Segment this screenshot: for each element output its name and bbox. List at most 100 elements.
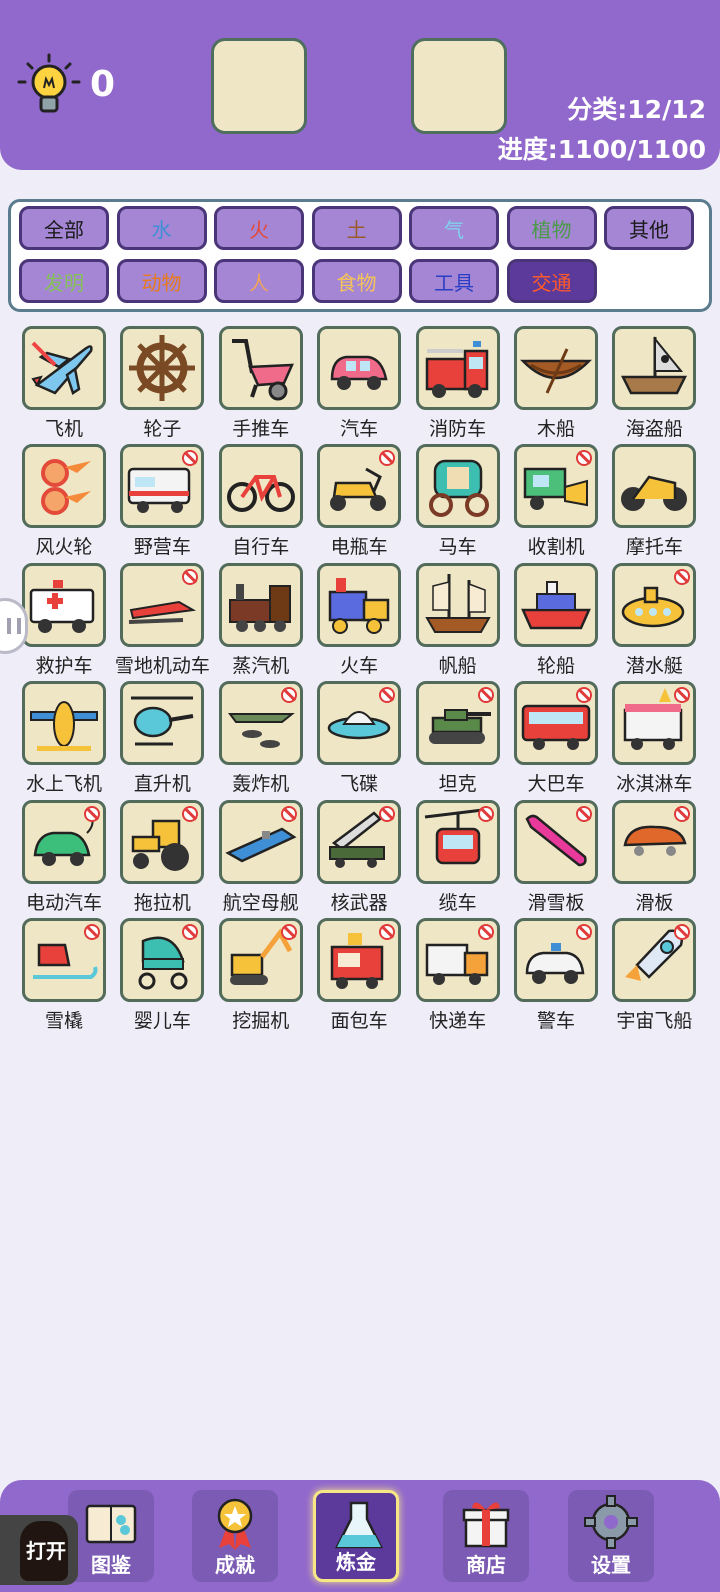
category-tab[interactable]: 火 <box>214 206 304 250</box>
element-tile[interactable] <box>514 562 598 647</box>
element-tile[interactable] <box>612 799 697 884</box>
element-tile[interactable] <box>218 799 303 884</box>
category-tab[interactable]: 交通 <box>506 259 597 303</box>
element-card[interactable]: 风火轮 <box>16 444 112 562</box>
element-tile[interactable] <box>415 562 500 647</box>
element-tile[interactable] <box>415 681 500 766</box>
element-card[interactable]: 快递车 <box>410 918 506 1036</box>
element-card[interactable]: 核武器 <box>311 799 407 918</box>
element-tile[interactable] <box>120 681 205 766</box>
element-card[interactable]: 宇宙飞船 <box>606 918 702 1036</box>
element-card[interactable]: 挖掘机 <box>213 918 309 1036</box>
category-tab[interactable]: 动物 <box>116 259 207 303</box>
element-tile[interactable] <box>317 444 402 529</box>
element-card[interactable]: 婴儿车 <box>114 918 210 1036</box>
element-tile[interactable] <box>514 326 598 410</box>
element-card[interactable]: 电瓶车 <box>311 444 407 562</box>
element-tile[interactable] <box>120 799 205 884</box>
category-tab[interactable]: 土 <box>311 206 402 250</box>
element-tile[interactable] <box>317 326 402 410</box>
element-tile[interactable] <box>514 918 598 1002</box>
category-tab[interactable]: 水 <box>116 206 207 250</box>
element-card[interactable]: 收割机 <box>508 444 604 562</box>
element-tile[interactable] <box>317 562 402 647</box>
element-tile[interactable] <box>612 918 697 1002</box>
element-card[interactable]: 野营车 <box>114 444 210 562</box>
element-card[interactable]: 冰淇淋车 <box>606 681 702 799</box>
element-tile[interactable] <box>218 562 303 647</box>
element-tile[interactable] <box>612 326 697 410</box>
element-tile[interactable] <box>120 918 205 1002</box>
element-card[interactable]: 警车 <box>508 918 604 1036</box>
element-card[interactable]: 轮子 <box>114 326 210 444</box>
element-tile[interactable] <box>120 562 205 647</box>
nav-button[interactable]: 成就 <box>192 1490 278 1582</box>
element-tile[interactable] <box>22 562 106 647</box>
nav-button[interactable]: 设置 <box>568 1490 654 1582</box>
element-card[interactable]: 自行车 <box>213 444 309 562</box>
nav-button[interactable]: 图鉴 <box>68 1490 154 1582</box>
element-card[interactable]: 木船 <box>508 326 604 444</box>
element-tile[interactable] <box>317 681 402 766</box>
element-card[interactable]: 消防车 <box>410 326 506 444</box>
element-tile[interactable] <box>612 444 697 529</box>
element-tile[interactable] <box>514 799 598 884</box>
element-tile[interactable] <box>612 562 697 647</box>
element-card[interactable]: 飞碟 <box>311 681 407 799</box>
element-tile[interactable] <box>120 444 205 529</box>
element-card[interactable]: 帆船 <box>410 562 506 681</box>
element-card[interactable]: 轮船 <box>508 562 604 681</box>
element-card[interactable]: 救护车 <box>16 562 112 681</box>
combine-slot-left[interactable] <box>211 38 307 134</box>
element-tile[interactable] <box>218 681 303 766</box>
element-card[interactable]: 飞机 <box>16 326 112 444</box>
element-tile[interactable] <box>218 326 303 410</box>
element-tile[interactable] <box>22 918 106 1002</box>
element-tile[interactable] <box>218 918 303 1002</box>
element-card[interactable]: 水上飞机 <box>16 681 112 799</box>
category-tab[interactable]: 发明 <box>19 259 109 303</box>
element-tile[interactable] <box>22 799 106 884</box>
element-card[interactable]: 摩托车 <box>606 444 702 562</box>
open-button[interactable]: 打开 <box>0 1515 78 1585</box>
element-card[interactable]: 潜水艇 <box>606 562 702 681</box>
element-card[interactable]: 电动汽车 <box>16 799 112 918</box>
element-card[interactable]: 滑板 <box>606 799 702 918</box>
element-card[interactable]: 蒸汽机 <box>213 562 309 681</box>
element-card[interactable]: 面包车 <box>311 918 407 1036</box>
combine-slot-right[interactable] <box>411 38 507 134</box>
element-card[interactable]: 马车 <box>410 444 506 562</box>
element-tile[interactable] <box>218 444 303 529</box>
element-tile[interactable] <box>514 681 598 766</box>
element-tile[interactable] <box>612 681 697 766</box>
category-tab[interactable]: 植物 <box>506 206 597 250</box>
element-tile[interactable] <box>22 444 106 529</box>
element-tile[interactable] <box>514 444 598 529</box>
element-tile[interactable] <box>120 326 205 410</box>
element-tile[interactable] <box>415 444 500 529</box>
element-tile[interactable] <box>317 918 402 1002</box>
element-card[interactable]: 拖拉机 <box>114 799 210 918</box>
element-card[interactable]: 海盗船 <box>606 326 702 444</box>
element-card[interactable]: 雪地机动车 <box>114 562 210 681</box>
element-tile[interactable] <box>415 918 500 1002</box>
element-card[interactable]: 轰炸机 <box>213 681 309 799</box>
element-card[interactable]: 雪橇 <box>16 918 112 1036</box>
category-tab[interactable]: 食物 <box>311 259 402 303</box>
element-tile[interactable] <box>22 681 106 766</box>
element-tile[interactable] <box>415 326 500 410</box>
element-card[interactable]: 汽车 <box>311 326 407 444</box>
nav-button[interactable]: 商店 <box>443 1490 529 1582</box>
category-tab[interactable]: 工具 <box>409 259 499 303</box>
category-tab[interactable]: 人 <box>214 259 304 303</box>
element-card[interactable]: 火车 <box>311 562 407 681</box>
element-card[interactable]: 滑雪板 <box>508 799 604 918</box>
element-tile[interactable] <box>22 326 106 410</box>
element-card[interactable]: 大巴车 <box>508 681 604 799</box>
nav-button[interactable]: 炼金 <box>313 1490 399 1582</box>
category-tab[interactable]: 全部 <box>19 206 109 250</box>
element-card[interactable]: 手推车 <box>213 326 309 444</box>
category-tab[interactable]: 其他 <box>604 206 694 250</box>
element-card[interactable]: 航空母舰 <box>213 799 309 918</box>
lightbulb-icon[interactable] <box>16 52 82 118</box>
